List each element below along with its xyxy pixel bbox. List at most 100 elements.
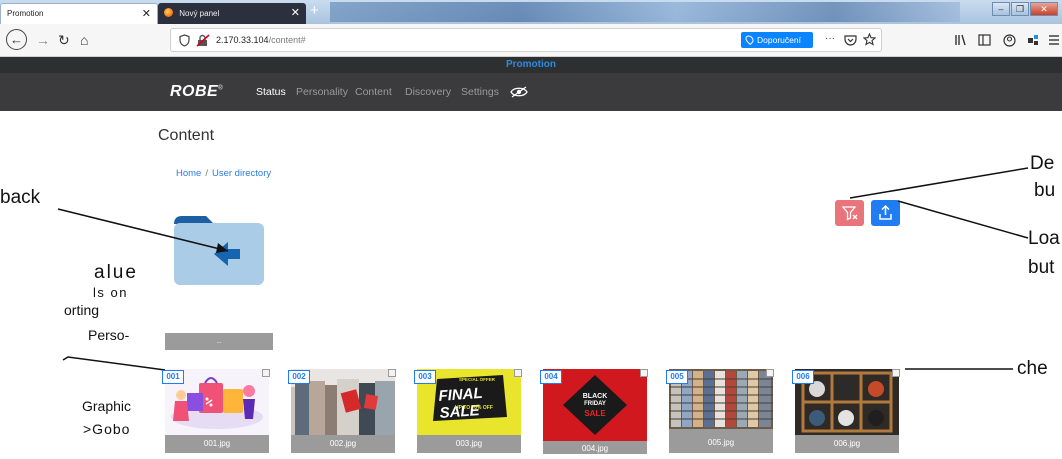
eye-icon[interactable] — [510, 86, 528, 98]
page-title: Content — [158, 127, 215, 144]
item-number-badge: 002 — [288, 370, 310, 384]
content-item[interactable]: 003 SPECIAL OFFER FINAL SALE UP TO 70% O… — [414, 369, 522, 454]
parent-directory-label[interactable]: .. — [165, 333, 273, 350]
breadcrumb-home[interactable]: Home — [176, 168, 201, 179]
upload-icon — [879, 204, 892, 220]
annotation-value-line-3: orting — [64, 302, 100, 318]
browser-toolbar: ← → ↻ ⌂ 2.170.33.104/content# Doporučení… — [0, 24, 1062, 57]
nav-personality[interactable]: Personality — [296, 86, 348, 98]
item-filename: 002.jpg — [291, 435, 395, 453]
tab-promotion[interactable]: Promotion ✕ — [0, 3, 158, 24]
url-text[interactable]: 2.170.33.104/content# — [216, 35, 306, 45]
content-item[interactable]: 005 005.jpg — [666, 369, 774, 454]
firefox-icon — [164, 8, 173, 17]
load-button[interactable] — [871, 200, 900, 226]
bookmark-star-icon[interactable] — [863, 33, 876, 46]
app-navbar: ROBE® Status Personality Content Discove… — [0, 73, 1062, 111]
thumb-line-2: FRIDAY — [584, 401, 606, 407]
library-icon[interactable] — [954, 34, 967, 46]
callout-line-value — [62, 356, 166, 371]
tab-novy-panel[interactable]: Nový panel ✕ — [158, 3, 306, 24]
item-number-badge: 006 — [792, 370, 814, 384]
tab-title: Nový panel — [179, 9, 220, 18]
annotation-load-line-1: Loa — [1028, 228, 1060, 249]
nav-content[interactable]: Content — [355, 86, 392, 98]
item-checkbox[interactable] — [262, 369, 270, 377]
sidebar-icon[interactable] — [978, 34, 991, 46]
callout-line-load — [897, 200, 1029, 239]
insecure-lock-icon[interactable] — [196, 34, 210, 47]
thumb-sub-text: UP TO 70% OFF — [455, 405, 493, 411]
default-sort-button[interactable] — [835, 200, 864, 226]
page-actions-icon[interactable]: ··· — [825, 33, 835, 44]
item-checkbox[interactable] — [388, 369, 396, 377]
maximize-button[interactable]: ❐ — [1011, 2, 1029, 16]
item-checkbox[interactable] — [766, 369, 774, 377]
nav-status[interactable]: Status — [256, 86, 286, 98]
shield-icon[interactable] — [179, 34, 190, 47]
item-number-badge: 001 — [162, 370, 184, 384]
back-button[interactable]: ← — [6, 29, 27, 50]
item-filename: 003.jpg — [417, 435, 521, 453]
browser-tab-bar: Promotion ✕ Nový panel ✕ + – ❐ ✕ — [0, 0, 1062, 24]
app-topbar: Promotion — [0, 57, 1062, 73]
url-path: /content# — [268, 35, 306, 45]
thumb-top-text: SPECIAL OFFER — [459, 377, 495, 382]
extensions-icon[interactable] — [1026, 33, 1040, 47]
item-filename: 005.jpg — [669, 429, 773, 453]
recommendations-label: Doporučení — [757, 35, 801, 45]
item-filename: 001.jpg — [165, 435, 269, 453]
pocket-icon[interactable] — [844, 34, 857, 46]
breadcrumb-user-directory[interactable]: User directory — [212, 168, 271, 179]
content-item[interactable]: 001 001.jpg — [162, 369, 270, 454]
item-number-badge: 004 — [540, 370, 562, 384]
annotation-default-line-2: bu — [1034, 180, 1056, 201]
item-number-badge: 005 — [666, 370, 688, 384]
annotation-value-line-2: ls on — [93, 285, 128, 300]
breadcrumb: Home / User directory — [176, 168, 271, 179]
tab-title: Promotion — [7, 9, 44, 18]
forward-button[interactable]: → — [36, 31, 50, 49]
breadcrumb-separator: / — [205, 168, 208, 179]
minimize-button[interactable]: – — [992, 2, 1010, 16]
filter-icon — [841, 206, 858, 221]
robe-logo[interactable]: ROBE® — [170, 83, 223, 101]
url-host: 2.170.33.104 — [216, 35, 269, 45]
close-window-button[interactable]: ✕ — [1030, 2, 1058, 16]
annotation-back: back — [0, 187, 41, 208]
titlebar-background — [330, 2, 960, 22]
annotation-default-line-1: De — [1030, 153, 1055, 174]
item-filename: 006.jpg — [795, 435, 899, 453]
recommendations-button[interactable]: Doporučení — [741, 32, 813, 48]
item-checkbox[interactable] — [892, 369, 900, 377]
url-bar[interactable]: 2.170.33.104/content# Doporučení ··· — [170, 28, 882, 52]
callout-line-default — [849, 167, 1029, 199]
nav-discovery[interactable]: Discovery — [405, 86, 451, 98]
annotation-value-line-5: Graphic — [82, 398, 132, 414]
folder-back-icon[interactable] — [172, 214, 266, 286]
item-number-badge: 003 — [414, 370, 436, 384]
account-icon[interactable] — [1003, 34, 1016, 47]
annotation-load-line-2: but — [1028, 257, 1055, 278]
thumb-line-1: BLACK — [582, 393, 608, 400]
annotation-value-line-6: >Gobo — [83, 421, 131, 437]
tab-close-icon[interactable]: ✕ — [142, 7, 151, 20]
item-checkbox[interactable] — [514, 369, 522, 377]
content-item[interactable]: 002 002.jpg — [288, 369, 396, 454]
content-item[interactable]: 006 006.jpg — [792, 369, 900, 454]
new-tab-button[interactable]: + — [310, 2, 319, 19]
annotation-value-line-4: Perso- — [88, 327, 130, 343]
annotation-value-line-1: alue — [94, 262, 138, 283]
location-pin-icon — [743, 33, 756, 46]
nav-settings[interactable]: Settings — [461, 86, 499, 98]
logo-text: ROBE — [170, 83, 219, 100]
menu-icon[interactable] — [1048, 34, 1060, 46]
tab-close-icon[interactable]: ✕ — [291, 6, 300, 19]
content-item[interactable]: 004 BLACK FRIDAY SALE 004.jpg — [540, 369, 648, 454]
logo-registered-mark: ® — [218, 85, 224, 92]
item-checkbox[interactable] — [640, 369, 648, 377]
home-button[interactable]: ⌂ — [80, 31, 88, 49]
annotation-check: che — [1017, 358, 1048, 379]
thumb-line-3: SALE — [584, 409, 606, 418]
reload-button[interactable]: ↻ — [58, 31, 70, 49]
